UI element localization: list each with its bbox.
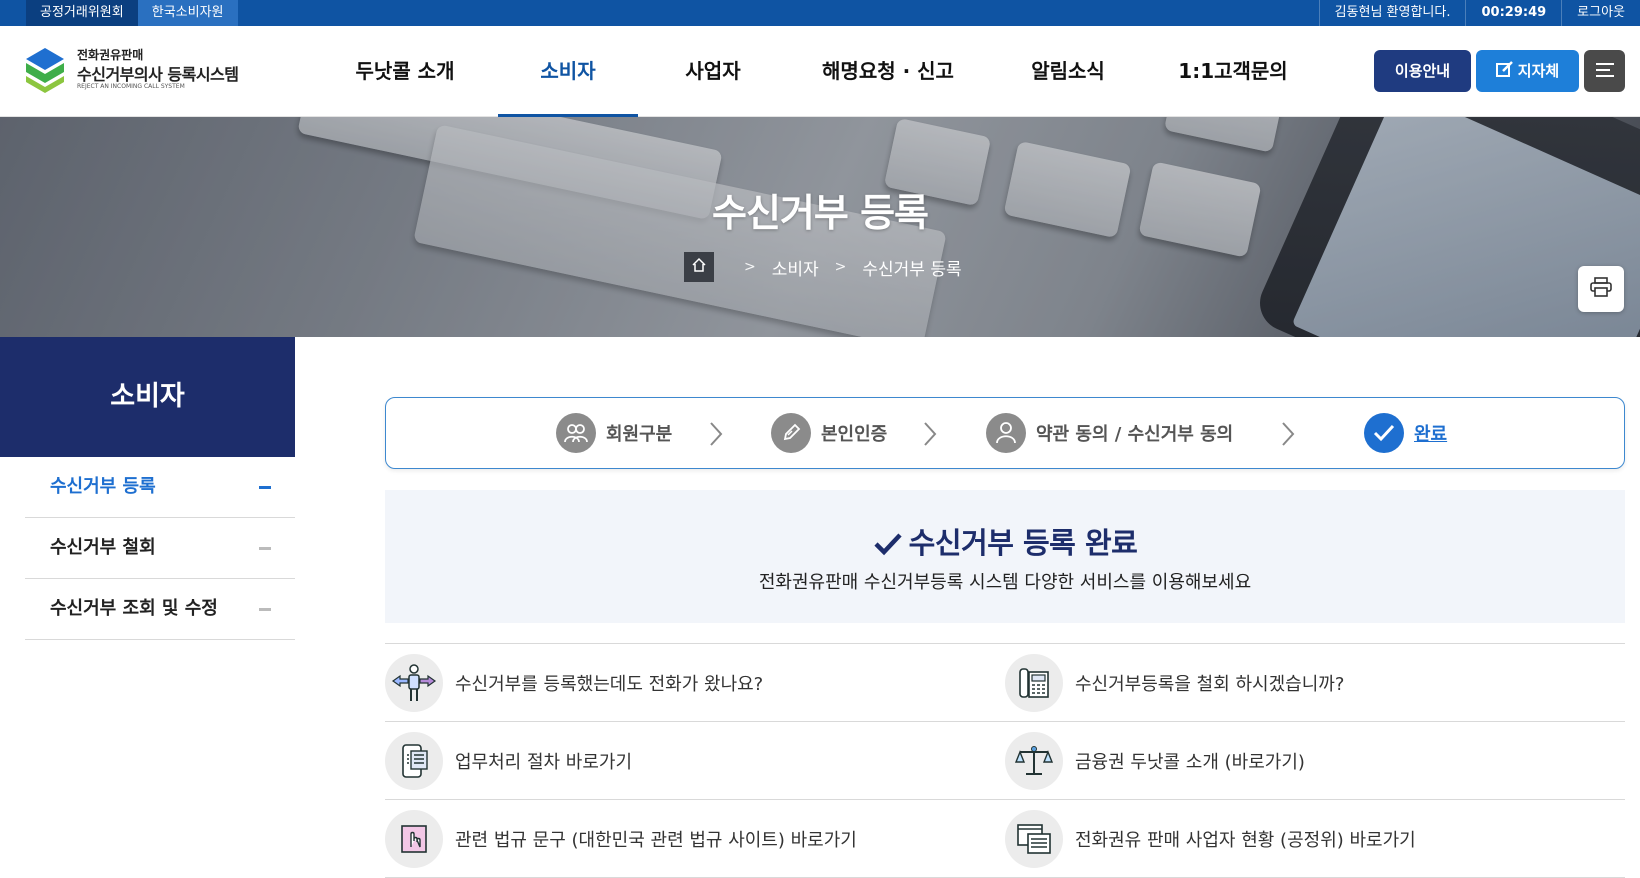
- breadcrumb-home[interactable]: [684, 252, 714, 282]
- nav-news[interactable]: 알림소식: [988, 26, 1148, 117]
- step-agreement: 약관 동의 / 수신거부 동의: [986, 413, 1233, 453]
- top-utility-bar: 공정거래위원회 한국소비자원 김동현님 환영합니다. 00:29:49 로그아웃: [0, 0, 1640, 26]
- breadcrumb-item[interactable]: 수신거부 등록: [862, 255, 961, 280]
- chevron-right-icon: >: [834, 259, 847, 275]
- step-member-type: 회원구분: [556, 413, 672, 453]
- link-still-calls[interactable]: 수신거부를 등록했는데도 전화가 왔나요?: [385, 654, 763, 712]
- kca-link[interactable]: 한국소비자원: [137, 0, 238, 26]
- link-label: 업무처리 절차 바로가기: [455, 752, 633, 773]
- hamburger-icon: [1595, 51, 1614, 93]
- check-icon: [1364, 413, 1404, 453]
- nav-intro[interactable]: 두낫콜 소개: [330, 26, 480, 117]
- step-verification: 본인인증: [771, 413, 887, 453]
- sidebar-title: 소비자: [0, 337, 295, 457]
- chevron-right-icon: [710, 422, 723, 446]
- step-complete: 완료: [1364, 413, 1447, 453]
- edit-icon: [1495, 51, 1514, 93]
- documents-icon: [1005, 810, 1063, 868]
- nav-business[interactable]: 사업자: [638, 26, 788, 117]
- chevron-right-icon: [924, 422, 937, 446]
- logout-link[interactable]: 로그아웃: [1561, 0, 1640, 26]
- link-process[interactable]: 업무처리 절차 바로가기: [385, 732, 632, 790]
- completion-title-text: 수신거부 등록 완료: [908, 526, 1138, 560]
- link-label: 수신거부를 등록했는데도 전화가 왔나요?: [455, 674, 764, 695]
- site-header: 전화권유판매 수신거부의사 등록시스템 REJECT AN INCOMING C…: [0, 26, 1640, 118]
- nav-consumer[interactable]: 소비자: [498, 26, 638, 118]
- print-button[interactable]: [1578, 266, 1624, 312]
- check-icon: [874, 533, 902, 556]
- link-label: 전화권유 판매 사업자 현황 (공정위) 바로가기: [1075, 830, 1416, 851]
- completion-panel: 수신거부 등록 완료 전화권유판매 수신거부등록 시스템 다양한 서비스를 이용…: [385, 490, 1625, 623]
- direction-person-icon: [385, 654, 443, 712]
- local-gov-label: 지자체: [1517, 62, 1560, 80]
- nav-qna[interactable]: 1:1고객문의: [1148, 26, 1318, 117]
- telephone-icon: [1005, 654, 1063, 712]
- mobile-document-icon: [385, 732, 443, 790]
- link-law[interactable]: 관련 법규 문구 (대한민국 관련 법규 사이트) 바로가기: [385, 810, 857, 868]
- sidebar-menu: 수신거부 등록 수신거부 철회 수신거부 조회 및 수정: [25, 457, 295, 640]
- sidebar-item-register[interactable]: 수신거부 등록: [25, 457, 295, 518]
- chevron-right-icon: >: [744, 259, 756, 275]
- users-icon: [556, 413, 596, 453]
- nav-report[interactable]: 해명요청 · 신고: [788, 26, 988, 117]
- service-links: 수신거부를 등록했는데도 전화가 왔나요? 수신거부등록을 철회 하시겠습니까?…: [385, 643, 1625, 878]
- menu-button[interactable]: [1584, 50, 1625, 92]
- logo-line3: REJECT AN INCOMING CALL SYSTEM: [77, 83, 185, 90]
- link-label: 수신거부등록을 철회 하시겠습니까?: [1075, 674, 1345, 695]
- guide-button[interactable]: 이용안내: [1374, 50, 1471, 92]
- minus-icon: [259, 608, 271, 611]
- link-row: 수신거부를 등록했는데도 전화가 왔나요? 수신거부등록을 철회 하시겠습니까?: [385, 644, 1625, 722]
- sidebar-item-lookup[interactable]: 수신거부 조회 및 수정: [25, 579, 295, 640]
- person-icon: [986, 413, 1026, 453]
- minus-icon: [259, 547, 271, 550]
- home-icon: [691, 257, 707, 278]
- minus-icon: [259, 486, 271, 489]
- completion-desc: 전화권유판매 수신거부등록 시스템 다양한 서비스를 이용해보세요: [758, 572, 1252, 593]
- site-logo[interactable]: 전화권유판매 수신거부의사 등록시스템 REJECT AN INCOMING C…: [24, 46, 244, 98]
- local-gov-button[interactable]: 지자체: [1476, 50, 1579, 92]
- step-label: 완료: [1414, 424, 1448, 445]
- link-businesses[interactable]: 전화권유 판매 사업자 현황 (공정위) 바로가기: [1005, 810, 1416, 868]
- welcome-text: 김동현님 환영합니다.: [1318, 0, 1466, 26]
- hand-pointer-icon: [385, 810, 443, 868]
- link-label: 금융권 두낫콜 소개 (바로가기): [1075, 752, 1305, 773]
- pencil-icon: [771, 413, 811, 453]
- link-row: 업무처리 절차 바로가기 금융권 두낫콜 소개 (바로가기): [385, 722, 1625, 800]
- step-label: 회원구분: [606, 424, 673, 445]
- breadcrumb-item[interactable]: 소비자: [772, 255, 819, 280]
- link-finance[interactable]: 금융권 두낫콜 소개 (바로가기): [1005, 732, 1305, 790]
- page-title: 수신거부 등록: [712, 191, 929, 235]
- step-label: 약관 동의 / 수신거부 동의: [1036, 424, 1234, 445]
- progress-steps: 회원구분 본인인증 약관 동의 / 수신거부 동의 완료: [385, 397, 1625, 469]
- hero-banner: 수신거부 등록 > 소비자 > 수신거부 등록: [0, 117, 1640, 337]
- main-nav: 두낫콜 소개 소비자 사업자 해명요청 · 신고 알림소식 1:1고객문의: [330, 26, 1318, 118]
- step-label: 본인인증: [821, 424, 888, 445]
- completion-title: 수신거부 등록 완료: [385, 520, 1625, 562]
- link-withdraw[interactable]: 수신거부등록을 철회 하시겠습니까?: [1005, 654, 1344, 712]
- link-row: 관련 법규 문구 (대한민국 관련 법규 사이트) 바로가기 전화권유 판매 사…: [385, 800, 1625, 878]
- ftc-link[interactable]: 공정거래위원회: [26, 0, 138, 26]
- sidebar-item-label: 수신거부 철회: [50, 537, 156, 558]
- scales-icon: [1005, 732, 1063, 790]
- session-timer: 00:29:49: [1465, 0, 1561, 26]
- chevron-right-icon: [1282, 422, 1295, 446]
- printer-icon: [1590, 277, 1612, 301]
- link-label: 관련 법규 문구 (대한민국 관련 법규 사이트) 바로가기: [455, 830, 857, 851]
- sidebar-item-withdraw[interactable]: 수신거부 철회: [25, 518, 295, 579]
- logo-line2: 수신거부의사 등록시스템: [77, 65, 239, 84]
- sidebar-item-label: 수신거부 등록: [50, 476, 156, 497]
- sidebar-item-label: 수신거부 조회 및 수정: [50, 598, 218, 619]
- breadcrumb: > 소비자 > 수신거부 등록: [684, 252, 962, 282]
- logo-mark-icon: [26, 48, 64, 93]
